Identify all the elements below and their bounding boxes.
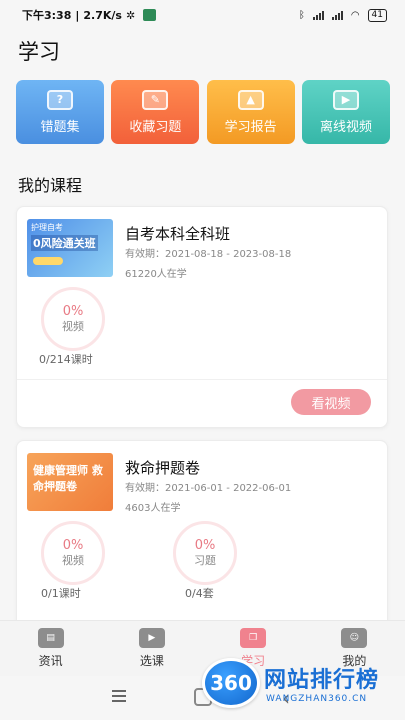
report-stamp-icon: ▲ <box>237 89 264 110</box>
video-progress-ring: 0% 视频 <box>41 287 105 351</box>
quick-label: 收藏习题 <box>129 119 182 135</box>
course-learners: 4603人在学 <box>125 503 181 514</box>
watermark-name: 网站排行榜 <box>264 668 380 693</box>
progress-count: 0/214课时 <box>39 353 93 366</box>
edit-note-icon: ✎ <box>142 89 169 110</box>
thumb-text-top: 护理自考 <box>31 223 63 232</box>
open-book-icon: ❒ <box>240 628 267 648</box>
quick-actions: ? 错题集 ✎ 收藏习题 ▲ 学习报告 ▶ 离线视频 <box>16 80 390 144</box>
status-right: ᛒ ◠ 41 <box>298 8 387 22</box>
user-icon: ☺ <box>341 628 368 648</box>
page-title: 学习 <box>18 40 60 64</box>
question-book-icon: ? <box>47 89 73 110</box>
quick-label: 离线视频 <box>319 119 372 135</box>
tab-news[interactable]: ▤ 资讯 <box>0 621 101 676</box>
progress-count: 0/1课时 <box>41 587 81 600</box>
wrong-questions-button[interactable]: ? 错题集 <box>16 80 104 144</box>
course-card[interactable]: 健康管理师 救命押题卷 救命押题卷 有效期：2021-06-01 - 2022-… <box>16 440 388 640</box>
watermark-logo: 360 网站排行榜 WANGZHAN360.CN <box>190 650 400 718</box>
progress-kind: 视频 <box>62 554 84 567</box>
course-validity: 有效期：2021-06-01 - 2022-06-01 <box>125 483 292 494</box>
course-validity: 有效期：2021-08-18 - 2023-08-18 <box>125 249 292 260</box>
course-learners: 61220人在学 <box>125 269 187 280</box>
favorite-questions-button[interactable]: ✎ 收藏习题 <box>111 80 200 144</box>
tv-icon: ▶ <box>138 628 165 648</box>
status-separator: | <box>75 8 80 22</box>
progress-percent: 0% <box>62 538 84 553</box>
tab-label: 资讯 <box>38 654 63 668</box>
status-left: 下午3:38 | 2.7K/s ✲ <box>22 7 157 23</box>
progress-kind: 视频 <box>62 320 84 333</box>
status-time: 下午3:38 <box>22 9 72 22</box>
card-divider <box>17 379 387 380</box>
quick-label: 错题集 <box>40 119 80 135</box>
progress-percent: 0% <box>62 304 84 319</box>
quick-label: 学习报告 <box>224 119 277 135</box>
watch-video-button[interactable]: 看视频 <box>291 389 371 415</box>
progress-count: 0/4套 <box>185 587 214 600</box>
tab-courses[interactable]: ▶ 选课 <box>101 621 202 676</box>
course-name: 自考本科全科班 <box>125 225 231 243</box>
course-card[interactable]: 护理自考 0风险通关班 自考本科全科班 有效期：2021-08-18 - 202… <box>16 206 388 428</box>
video-progress-ring: 0% 视频 <box>41 521 105 585</box>
thumb-text-main: 健康管理师 救命押题卷 <box>33 464 103 493</box>
exercise-progress-ring: 0% 习题 <box>173 521 237 585</box>
news-icon: ▤ <box>37 628 64 648</box>
battery-icon: 41 <box>367 8 387 22</box>
signal-2-icon <box>331 10 343 20</box>
course-thumbnail: 健康管理师 救命押题卷 <box>27 453 113 511</box>
watermark-badge: 360 <box>202 658 260 708</box>
bluetooth-icon: ᛒ <box>298 9 305 21</box>
status-speed: 2.7K/s <box>83 8 122 22</box>
status-bar: 下午3:38 | 2.7K/s ✲ ᛒ ◠ 41 <box>0 0 405 30</box>
thumb-text-main: 0风险通关班 <box>31 235 98 251</box>
wifi-icon: ◠ <box>350 9 360 21</box>
section-title: 我的课程 <box>18 176 83 195</box>
course-thumbnail: 护理自考 0风险通关班 <box>27 219 113 277</box>
menu-icon[interactable] <box>112 690 126 702</box>
offline-video-button[interactable]: ▶ 离线视频 <box>301 80 390 144</box>
tab-label: 选课 <box>139 654 164 668</box>
course-name: 救命押题卷 <box>125 459 201 477</box>
shield-icon <box>143 9 157 21</box>
progress-percent: 0% <box>194 538 216 553</box>
thumb-chip <box>33 257 63 265</box>
progress-kind: 习题 <box>194 554 216 567</box>
play-video-icon: ▶ <box>332 89 359 110</box>
bluetooth-off-icon: ✲ <box>125 8 136 22</box>
signal-icon <box>312 10 324 20</box>
study-report-button[interactable]: ▲ 学习报告 <box>206 80 295 144</box>
watermark-url: WANGZHAN360.CN <box>266 694 368 704</box>
